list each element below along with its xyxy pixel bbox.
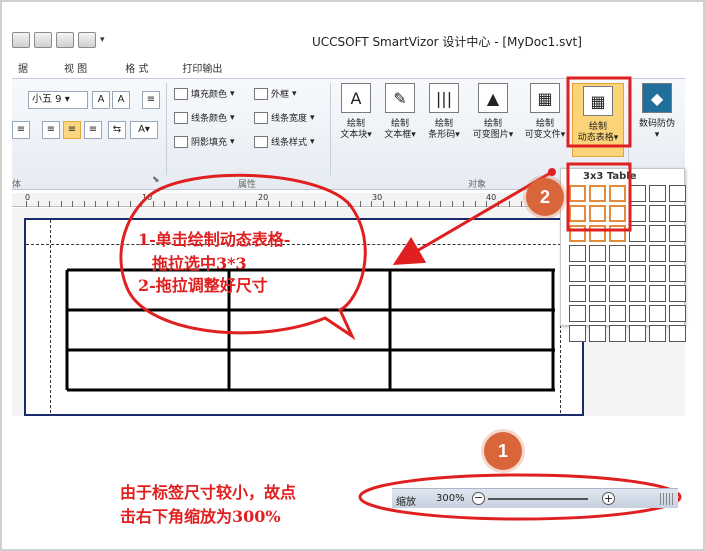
arrow-origin-dot: [548, 168, 556, 176]
step-badge-1: 1: [484, 432, 522, 470]
annotation-bubble-line3: 2-拖拉调整好尺寸: [138, 276, 268, 295]
zoom-out-button[interactable]: −: [472, 492, 485, 505]
status-bar: 缩放 300% − +: [392, 488, 678, 508]
step-badge-2: 2: [526, 178, 564, 216]
resize-grip-icon[interactable]: [660, 493, 674, 505]
annotation-bottom-line2: 击右下角缩放为300%: [120, 507, 281, 526]
annotation-overlay: [119, 76, 682, 521]
annotation-bubble-line2: 拖拉选中3*3: [152, 254, 247, 273]
zoom-slider[interactable]: [488, 498, 588, 500]
zoom-value[interactable]: 300%: [436, 493, 465, 504]
highlight-3x3-selection: [566, 162, 632, 232]
annotation-bottom-line1: 由于标签尺寸较小，故点: [120, 483, 297, 502]
annotation-bubble-line1: 1-单击绘制动态表格-: [138, 230, 291, 249]
zoom-in-button[interactable]: +: [602, 492, 615, 505]
zoom-label: 缩放: [396, 497, 416, 508]
highlight-dynamic-table-button: [566, 76, 632, 148]
